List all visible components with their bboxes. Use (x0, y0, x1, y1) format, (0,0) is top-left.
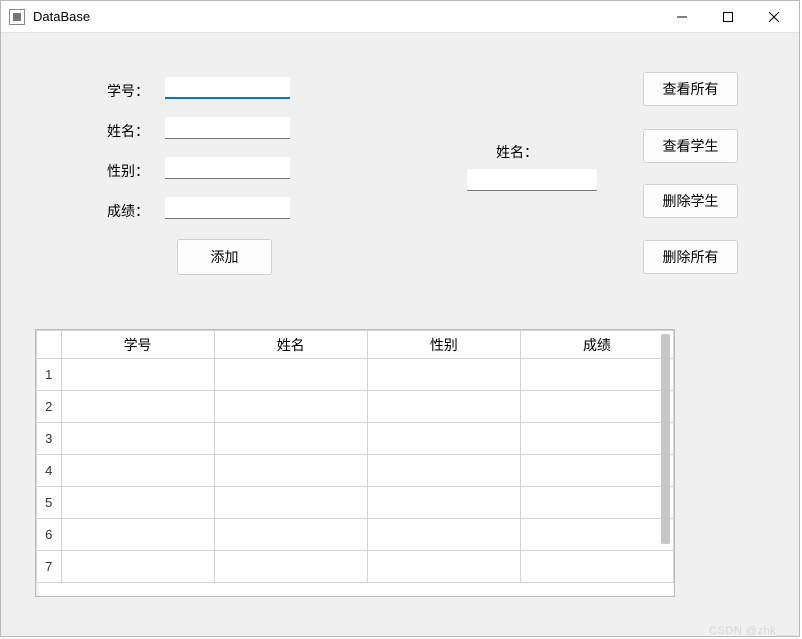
name-input[interactable] (165, 117, 290, 139)
data-table-container: 学号 姓名 性别 成绩 1234567 (35, 329, 675, 597)
maximize-button[interactable] (705, 1, 751, 33)
table-cell[interactable] (214, 519, 367, 551)
table-row[interactable]: 3 (37, 423, 674, 455)
table-row[interactable]: 6 (37, 519, 674, 551)
table-cell[interactable] (520, 551, 673, 583)
add-button[interactable]: 添加 (177, 239, 272, 275)
table-cell[interactable] (61, 551, 214, 583)
row-number[interactable]: 4 (37, 455, 62, 487)
gender-label: 性别： (107, 161, 149, 181)
table-scrollbar[interactable] (661, 334, 670, 544)
id-label: 学号： (107, 81, 149, 101)
col-header-score[interactable]: 成绩 (520, 331, 673, 359)
table-cell[interactable] (214, 455, 367, 487)
col-header-name[interactable]: 姓名 (214, 331, 367, 359)
row-number[interactable]: 7 (37, 551, 62, 583)
table-cell[interactable] (520, 519, 673, 551)
table-cell[interactable] (61, 455, 214, 487)
app-window: DataBase 学号： 姓名： 性别： 成绩： 添加 姓名： (0, 0, 800, 637)
table-cell[interactable] (214, 551, 367, 583)
table-cell[interactable] (520, 487, 673, 519)
row-number[interactable]: 3 (37, 423, 62, 455)
table-cell[interactable] (367, 519, 520, 551)
table-row[interactable]: 4 (37, 455, 674, 487)
table-cell[interactable] (367, 487, 520, 519)
col-header-id[interactable]: 学号 (61, 331, 214, 359)
gender-input[interactable] (165, 157, 290, 179)
table-cell[interactable] (214, 391, 367, 423)
row-number[interactable]: 5 (37, 487, 62, 519)
window-controls (659, 1, 797, 32)
row-number[interactable]: 6 (37, 519, 62, 551)
data-table[interactable]: 学号 姓名 性别 成绩 1234567 (36, 330, 674, 583)
table-cell[interactable] (367, 455, 520, 487)
table-cell[interactable] (61, 519, 214, 551)
name-label: 姓名： (107, 121, 149, 141)
row-number[interactable]: 1 (37, 359, 62, 391)
table-cell[interactable] (214, 359, 367, 391)
table-cell[interactable] (520, 455, 673, 487)
window-title: DataBase (33, 9, 659, 24)
table-row[interactable]: 1 (37, 359, 674, 391)
minimize-button[interactable] (659, 1, 705, 33)
col-header-gender[interactable]: 性别 (367, 331, 520, 359)
table-corner (37, 331, 62, 359)
score-input[interactable] (165, 197, 290, 219)
close-button[interactable] (751, 1, 797, 33)
search-name-input[interactable] (467, 169, 597, 191)
watermark: CSDN @zhk___ (709, 625, 796, 637)
table-row[interactable]: 7 (37, 551, 674, 583)
id-input[interactable] (165, 77, 290, 99)
table-cell[interactable] (367, 423, 520, 455)
table-cell[interactable] (520, 423, 673, 455)
delete-student-button[interactable]: 删除学生 (643, 184, 738, 218)
table-cell[interactable] (61, 359, 214, 391)
table-cell[interactable] (367, 551, 520, 583)
table-cell[interactable] (61, 487, 214, 519)
table-cell[interactable] (61, 391, 214, 423)
table-row[interactable]: 5 (37, 487, 674, 519)
table-cell[interactable] (61, 423, 214, 455)
search-name-label: 姓名： (496, 142, 538, 162)
title-bar: DataBase (1, 1, 799, 33)
table-cell[interactable] (520, 391, 673, 423)
table-row[interactable]: 2 (37, 391, 674, 423)
app-icon (9, 9, 25, 25)
delete-all-button[interactable]: 删除所有 (643, 240, 738, 274)
view-all-button[interactable]: 查看所有 (643, 72, 738, 106)
table-header-row: 学号 姓名 性别 成绩 (37, 331, 674, 359)
table-cell[interactable] (367, 359, 520, 391)
table-cell[interactable] (367, 391, 520, 423)
table-cell[interactable] (520, 359, 673, 391)
row-number[interactable]: 2 (37, 391, 62, 423)
client-area: 学号： 姓名： 性别： 成绩： 添加 姓名： 查看所有 查看学生 删除学生 删除… (2, 34, 798, 635)
table-cell[interactable] (214, 487, 367, 519)
view-student-button[interactable]: 查看学生 (643, 129, 738, 163)
score-label: 成绩： (107, 201, 149, 221)
table-cell[interactable] (214, 423, 367, 455)
